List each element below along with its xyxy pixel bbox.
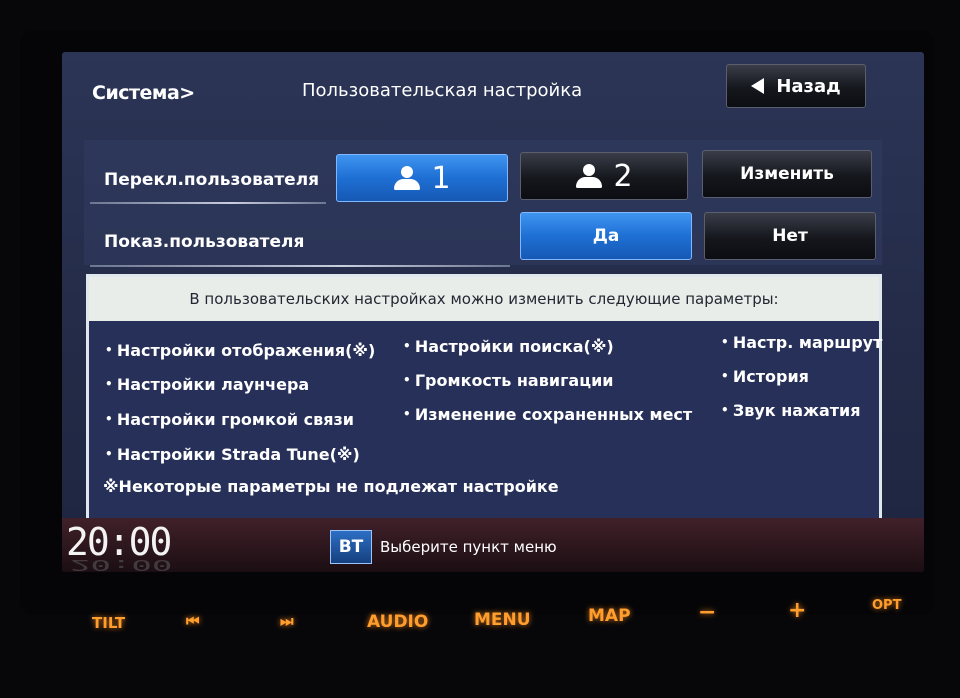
list-item: Изменение сохраненных мест (403, 405, 692, 424)
page-title: Пользовательская настройка (302, 80, 583, 101)
user-2-button[interactable]: 2 (520, 152, 688, 200)
info-box: В пользовательских настройках можно изме… (86, 274, 882, 522)
yes-button-label: Да (592, 226, 620, 246)
breadcrumb[interactable]: Система> (92, 82, 195, 104)
no-button-label: Нет (772, 226, 808, 246)
footnote: ※Некоторые параметры не подлежат настрой… (103, 477, 559, 496)
back-button-label: Назад (776, 75, 841, 97)
no-button[interactable]: Нет (704, 212, 876, 260)
opt-button[interactable]: OPT (872, 598, 901, 613)
prev-track-icon[interactable]: ⏮ (186, 612, 200, 630)
change-button[interactable]: Изменить (702, 150, 872, 198)
user-icon (393, 164, 421, 192)
volume-up-button[interactable]: + (788, 598, 806, 623)
next-track-icon[interactable]: ⏭ (280, 612, 294, 630)
list-item: Настройки Strada Tune(※) (105, 445, 360, 464)
status-message: Выберите пункт меню (380, 538, 557, 556)
show-user-label: Показ.пользователя (104, 232, 305, 252)
divider (90, 202, 326, 204)
audio-button[interactable]: AUDIO (367, 612, 428, 632)
user-1-label: 1 (431, 160, 451, 196)
settings-panel: Перекл.пользователя 1 2 Изменить Показ.п… (84, 140, 882, 265)
yes-button[interactable]: Да (520, 212, 692, 260)
status-bar: 20:00 BT Выберите пункт меню (62, 518, 924, 572)
switch-user-label: Перекл.пользователя (104, 170, 320, 190)
list-item: Настройки лаунчера (105, 375, 309, 394)
list-item: История (721, 367, 809, 386)
list-item: Звук нажатия (721, 401, 861, 420)
tilt-button[interactable]: TILT (92, 614, 125, 632)
user-1-button[interactable]: 1 (336, 154, 508, 202)
list-item: Настройки громкой связи (105, 410, 354, 429)
change-button-label: Изменить (740, 164, 834, 184)
bluetooth-badge[interactable]: BT (330, 530, 372, 564)
back-arrow-icon (751, 78, 765, 94)
list-item: Настройки поиска(※) (403, 337, 614, 356)
screen: Система> Пользовательская настройка Наза… (62, 52, 924, 572)
info-header: В пользовательских настройках можно изме… (89, 277, 879, 321)
list-item: Громкость навигации (403, 371, 614, 390)
clock-reflection: 20:00 (70, 556, 173, 574)
back-button[interactable]: Назад (726, 64, 866, 108)
user-icon (575, 162, 603, 190)
divider (90, 265, 510, 267)
volume-down-button[interactable]: − (698, 600, 716, 625)
map-button[interactable]: MAP (588, 606, 631, 626)
list-item: Настройки отображения(※) (105, 341, 375, 360)
menu-button[interactable]: MENU (474, 610, 531, 630)
user-2-label: 2 (613, 158, 633, 194)
list-item: Настр. маршрут (721, 333, 883, 352)
